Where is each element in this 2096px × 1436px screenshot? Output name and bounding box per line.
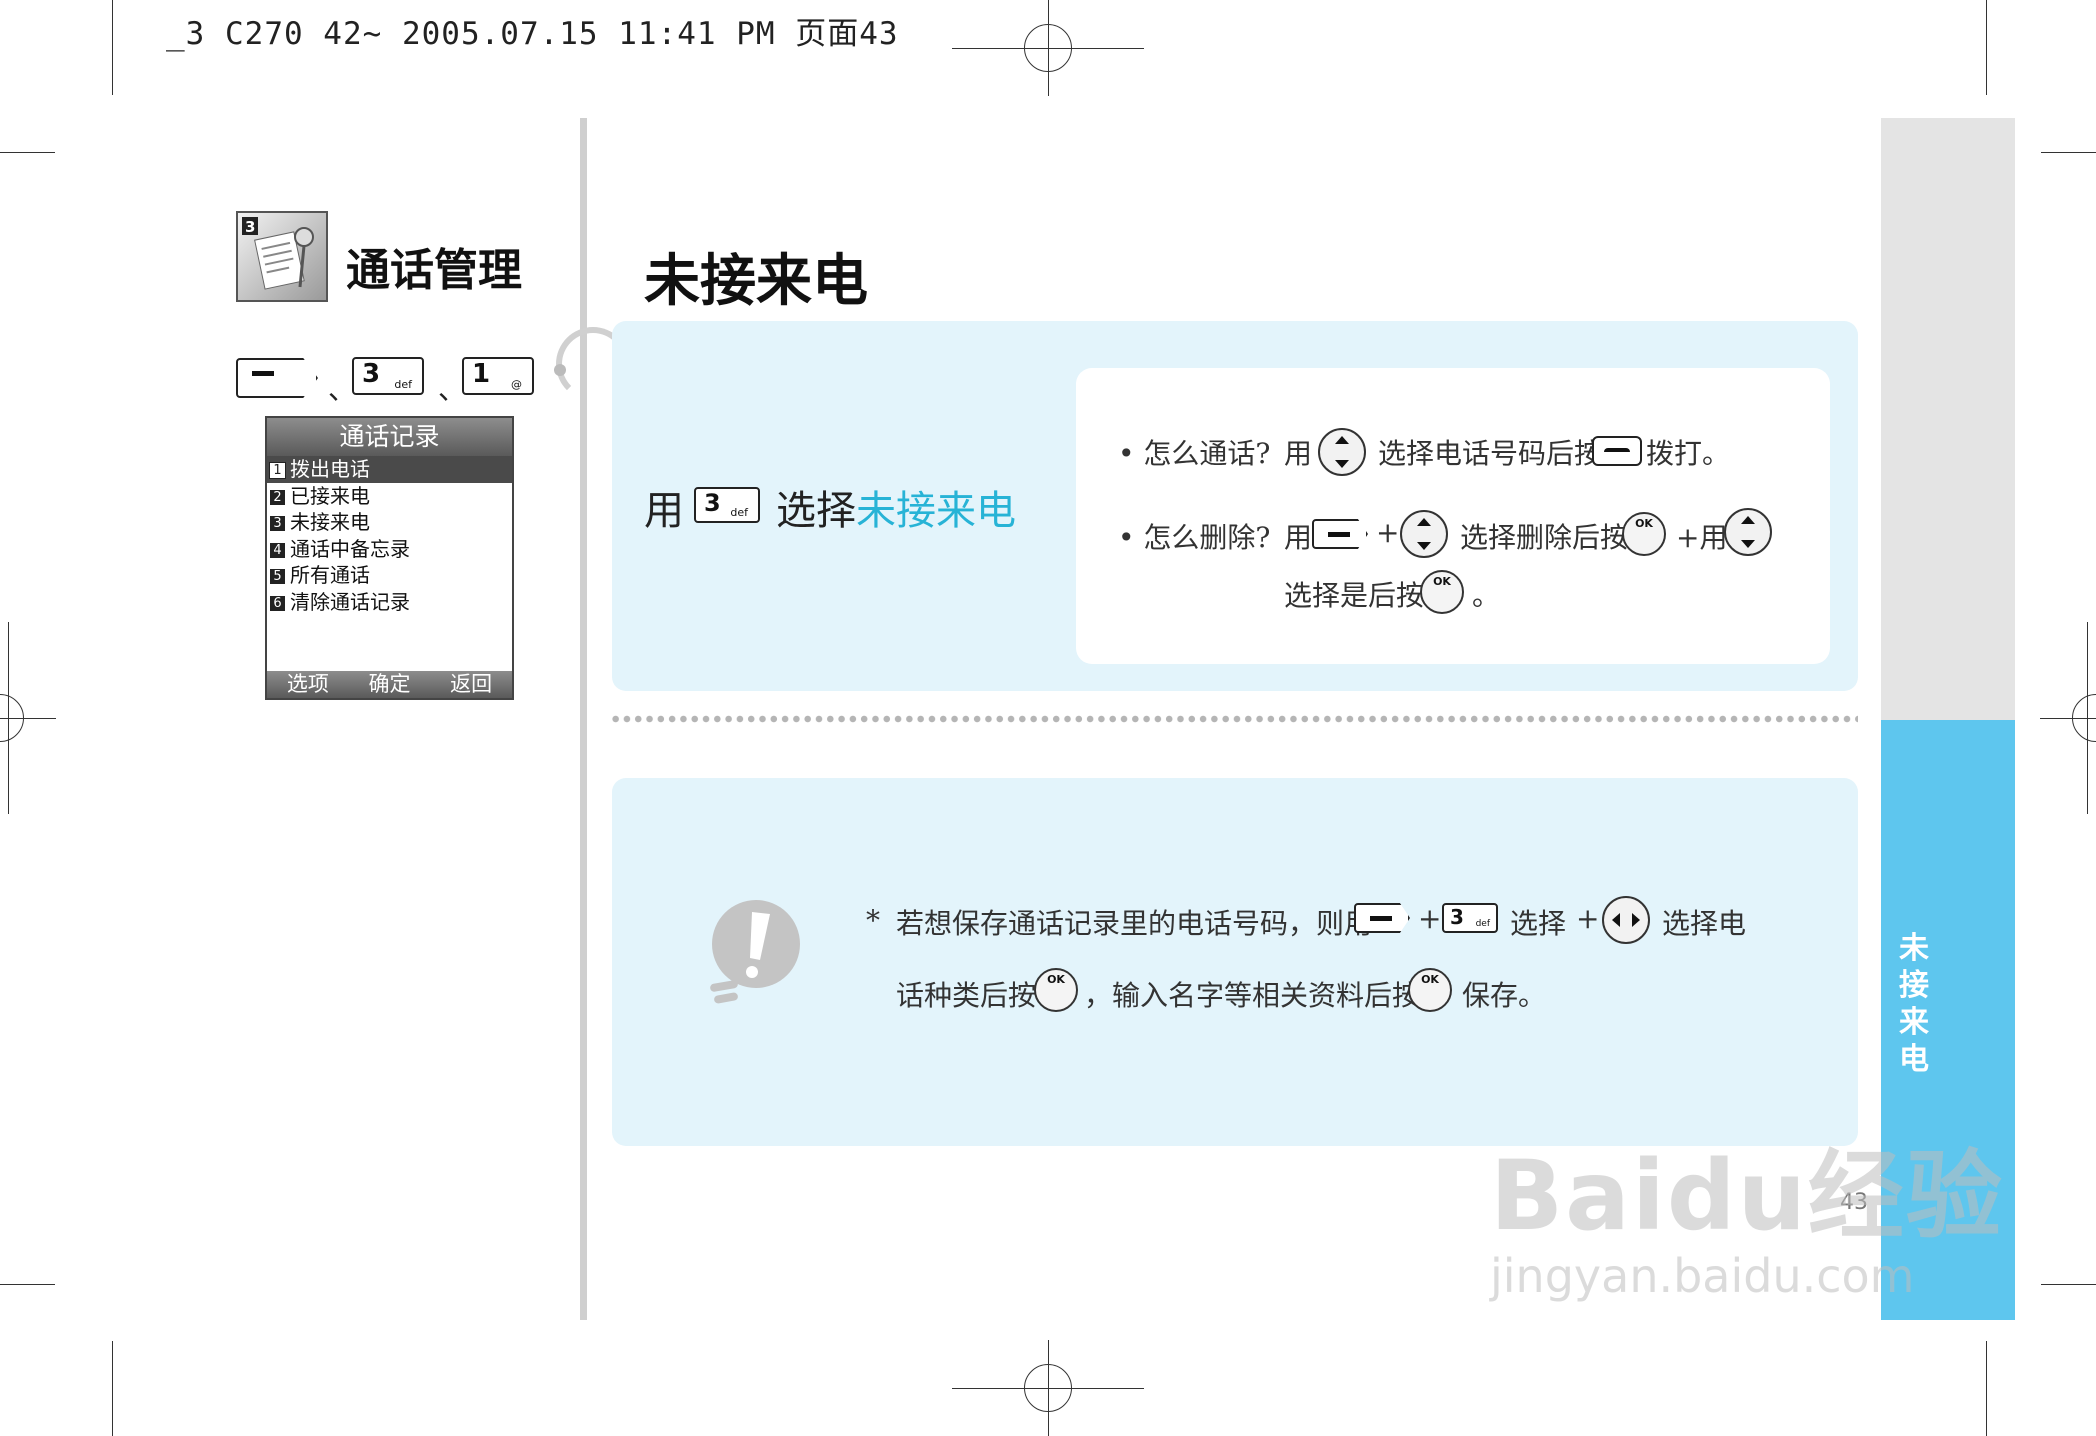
key-3-icon: 3 def (694, 487, 760, 523)
instruction-text: 用 (644, 488, 684, 534)
print-header: _3 C270 42~ 2005.07.15 11:41 PM 页面43 (166, 16, 899, 52)
highlight-text: 未接来电 (856, 488, 1016, 534)
note-star: * (866, 904, 880, 937)
nav-up-down-icon (1318, 428, 1366, 476)
key-3-icon: 3 def (352, 357, 424, 395)
ok-key-icon: OK (1408, 968, 1452, 1012)
dotted-separator (610, 714, 1858, 724)
watermark-main: Baidu经验 (1490, 1140, 2004, 1252)
side-tab-label: 未 接 来 电 (1899, 931, 1929, 1077)
page-heading: 未接来电 (644, 249, 868, 314)
tip-text: +用 (1676, 521, 1728, 554)
nav-left-right-icon (1602, 896, 1650, 944)
key-1-icon: 1 @ (462, 357, 534, 395)
note-text: 保存。 (1462, 979, 1547, 1012)
ok-key-icon: OK (1420, 570, 1464, 614)
phone-menu-item[interactable]: 3 未接来电 (267, 509, 512, 536)
note-text: 话种类后按 (896, 979, 1037, 1012)
note-text: 若想保存通话记录里的电话号码，则用 (896, 907, 1373, 940)
note-text: 选择电 (1662, 907, 1747, 940)
tip-delete: • 怎么删除? (1118, 521, 1271, 554)
note-text: 选择 (1510, 907, 1567, 940)
phone-menu-item[interactable]: 4 通话中备忘录 (267, 536, 512, 563)
baidu-watermark: Baidu经验 jingyan.baidu.com (1490, 1118, 2004, 1303)
ok-key-icon: OK (1622, 512, 1666, 556)
phone-menu-item[interactable]: 6 清除通话记录 (267, 589, 512, 616)
note-text: + (1418, 902, 1442, 935)
exclamation-bulb-icon (700, 898, 812, 1010)
phone-menu-item[interactable]: 1 拨出电话 (267, 456, 512, 483)
left-soft-key-icon (236, 358, 318, 398)
phone-screen: 通话记录 1 拨出电话 2 已接来电 3 未接来电 4 通话中备忘录 5 所有通话 6 清除… (265, 416, 514, 700)
section-title: 通话管理 (346, 245, 522, 296)
nav-up-down-icon (1724, 508, 1772, 556)
softkey-confirm[interactable]: 确定 (368, 671, 410, 698)
instruction-text-2: 选择未接来电 (776, 488, 1016, 534)
tip-call: • 怎么通话? (1118, 437, 1271, 470)
tip-text: 选择电话号码后按 (1378, 437, 1603, 470)
column-divider (580, 118, 587, 1320)
watermark-sub: jingyan.baidu.com (1490, 1249, 1915, 1303)
tip-text: 选择是后按 (1284, 579, 1425, 612)
phone-softkeys: 选项 确定 返回 (267, 671, 512, 698)
nav-up-down-icon (1400, 510, 1448, 558)
send-key-icon (1592, 436, 1642, 466)
phone-menu-item[interactable]: 5 所有通话 (267, 562, 512, 589)
phone-screen-title: 通话记录 (267, 418, 512, 456)
note-text: ，输入名字等相关资料后按 (1084, 979, 1421, 1012)
ring-dot (554, 364, 566, 376)
left-soft-key-icon (1312, 519, 1368, 549)
tip-text: 用 (1284, 521, 1313, 554)
softkey-options[interactable]: 选项 (287, 671, 329, 698)
tip-text: 。 (1472, 579, 1501, 612)
call-log-icon: 3 (236, 211, 328, 302)
left-soft-key-icon (1354, 903, 1410, 933)
softkey-back[interactable]: 返回 (450, 671, 492, 698)
phone-menu-item[interactable]: 2 已接来电 (267, 483, 512, 510)
tip-text: 选择删除后按 (1460, 521, 1629, 554)
key-3-icon: 3 def (1442, 903, 1498, 933)
svg-text:3: 3 (245, 218, 255, 236)
ok-key-icon: OK (1034, 968, 1078, 1012)
tip-text: + (1376, 516, 1400, 549)
tip-text: 拨打。 (1646, 437, 1731, 470)
side-tab-grey (1881, 118, 2015, 720)
note-text: + (1576, 902, 1600, 935)
tip-text: 用 (1284, 437, 1313, 470)
